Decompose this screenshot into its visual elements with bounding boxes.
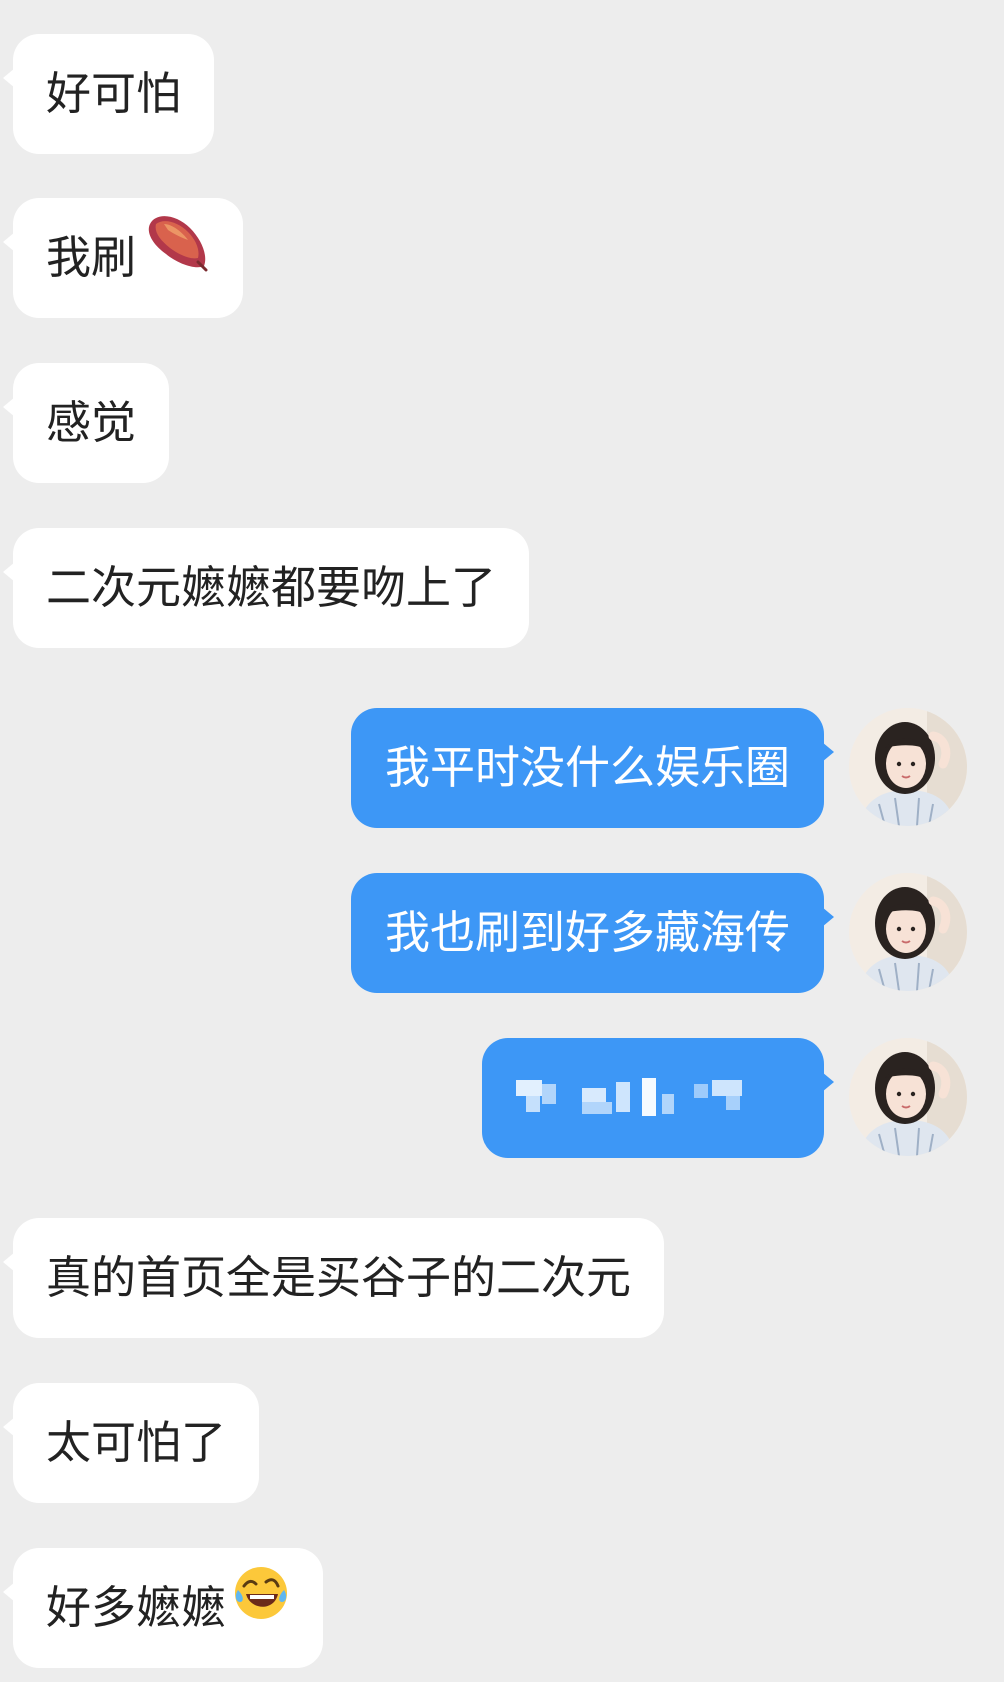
message-text: 好可怕	[46, 67, 182, 120]
sweet-potato-icon	[142, 197, 210, 317]
outgoing-message-bubble[interactable]	[482, 1038, 834, 1158]
incoming-message-bubble[interactable]: 感觉	[2, 363, 170, 483]
incoming-message-bubble[interactable]: 太可怕了	[2, 1383, 260, 1503]
pixelated-text	[516, 1074, 796, 1124]
message-text: 真的首页全是买谷子的二次元	[46, 1251, 632, 1304]
outgoing-message-bubble[interactable]: 我平时没什么娱乐圈	[350, 708, 835, 828]
message-text: 好多嬷嬷	[46, 1581, 227, 1634]
user-avatar[interactable]	[849, 873, 967, 991]
message-text: 我也刷到好多藏海传	[384, 906, 790, 959]
outgoing-message-bubble[interactable]: 我也刷到好多藏海传	[350, 873, 835, 993]
incoming-message-bubble[interactable]: 好多嬷嬷	[2, 1547, 324, 1668]
incoming-message-bubble[interactable]: 好可怕	[2, 34, 215, 154]
incoming-message-bubble[interactable]: 二次元嬷嬷都要吻上了	[2, 528, 530, 648]
rolling-laughing-icon	[232, 1547, 290, 1667]
message-text: 我平时没什么娱乐圈	[384, 741, 790, 794]
message-text: 我刷	[46, 231, 137, 284]
message-text: 太可怕了	[46, 1416, 227, 1469]
incoming-message-bubble[interactable]: 真的首页全是买谷子的二次元	[2, 1218, 665, 1338]
user-avatar[interactable]	[849, 708, 967, 826]
message-text: 二次元嬷嬷都要吻上了	[46, 561, 497, 614]
user-avatar[interactable]	[849, 1038, 967, 1156]
message-text: 感觉	[46, 396, 137, 449]
incoming-message-bubble[interactable]: 我刷	[2, 197, 244, 318]
chat-conversation[interactable]: 好可怕 我刷 感觉 二次元嬷嬷都要吻上了 我平时没什么娱乐圈 我也刷到好多藏海传…	[0, 0, 1004, 1682]
